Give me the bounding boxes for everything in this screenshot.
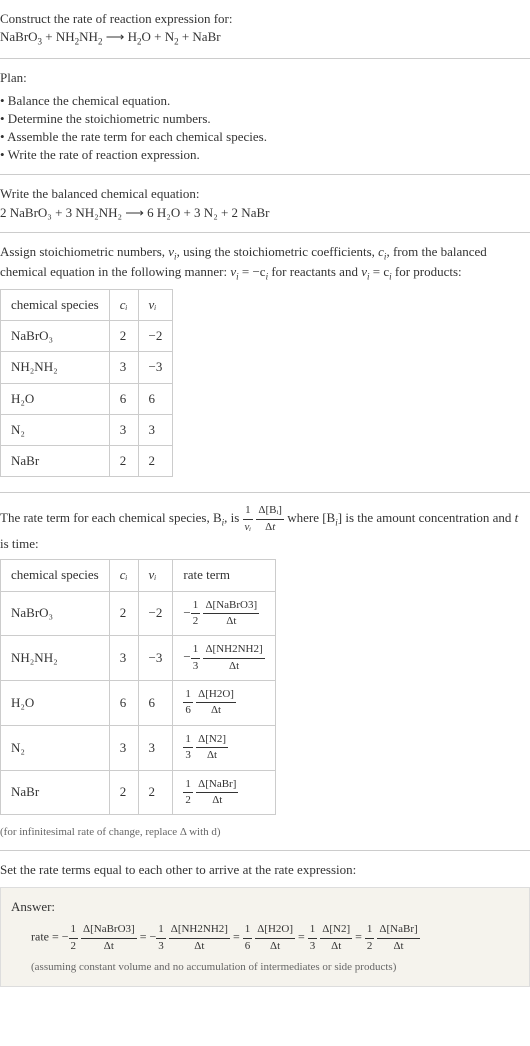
plan-item: • Assemble the rate term for each chemic… <box>0 128 530 146</box>
table-row: NaBr 2 2 12 Δ[NaBr]Δt <box>1 770 276 815</box>
plan-item: • Balance the chemical equation. <box>0 92 530 110</box>
stoich-table: chemical species cᵢ νᵢ NaBrO₃2−2 NH₂NH₂3… <box>0 289 173 477</box>
plan-title: Plan: <box>0 69 530 87</box>
table-row: NH₂NH₂3−3 <box>1 352 173 383</box>
table-row: NH₂NH₂ 3 −3 −13 Δ[NH2NH2]Δt <box>1 636 276 681</box>
balanced-section: Write the balanced chemical equation: 2 … <box>0 175 530 232</box>
intro-section: Construct the rate of reaction expressio… <box>0 0 530 59</box>
table-row: NaBrO₃ 2 −2 −12 Δ[NaBrO3]Δt <box>1 591 276 636</box>
plan-list: • Balance the chemical equation. • Deter… <box>0 92 530 165</box>
plan-item: • Write the rate of reaction expression. <box>0 146 530 164</box>
frac-coef: 1νᵢ <box>243 503 254 535</box>
col-species: chemical species <box>1 560 110 591</box>
table-row: N₂33 <box>1 414 173 445</box>
rateterm-footnote: (for infinitesimal rate of change, repla… <box>0 825 530 840</box>
col-nui: νᵢ <box>138 560 173 591</box>
answer-label: Answer: <box>11 898 519 916</box>
balanced-equation: 2 NaBrO₃ + 3 NH₂NH₂ ⟶ 6 H₂O + 3 N₂ + 2 N… <box>0 204 530 222</box>
intro-prompt: Construct the rate of reaction expressio… <box>0 10 530 28</box>
balanced-title: Write the balanced chemical equation: <box>0 185 530 203</box>
final-title: Set the rate terms equal to each other t… <box>0 861 530 879</box>
plan-section: Plan: • Balance the chemical equation. •… <box>0 59 530 175</box>
table-row: H₂O 6 6 16 Δ[H2O]Δt <box>1 681 276 726</box>
col-nui: νᵢ <box>138 290 173 321</box>
stoich-text: Assign stoichiometric numbers, νi, using… <box>0 243 530 283</box>
table-row: NaBrO₃2−2 <box>1 321 173 352</box>
answer-note: (assuming constant volume and no accumul… <box>11 960 519 975</box>
rateterm-text: The rate term for each chemical species,… <box>0 503 530 553</box>
col-ci: cᵢ <box>109 290 138 321</box>
table-row: N₂ 3 3 13 Δ[N2]Δt <box>1 725 276 770</box>
final-section: Set the rate terms equal to each other t… <box>0 851 530 997</box>
table-row: H₂O66 <box>1 383 173 414</box>
table-row: NaBr22 <box>1 446 173 477</box>
stoich-section: Assign stoichiometric numbers, νi, using… <box>0 233 530 494</box>
table-header-row: chemical species cᵢ νᵢ rate term <box>1 560 276 591</box>
col-species: chemical species <box>1 290 110 321</box>
answer-box: Answer: rate = −12 Δ[NaBrO3]Δt = −13 Δ[N… <box>0 887 530 986</box>
rateterm-table: chemical species cᵢ νᵢ rate term NaBrO₃ … <box>0 559 276 815</box>
col-ci: cᵢ <box>109 560 138 591</box>
plan-item: • Determine the stoichiometric numbers. <box>0 110 530 128</box>
rateterm-section: The rate term for each chemical species,… <box>0 493 530 851</box>
answer-equation: rate = −12 Δ[NaBrO3]Δt = −13 Δ[NH2NH2]Δt… <box>11 922 519 954</box>
frac-dbi: Δ[Bᵢ]Δt <box>256 503 284 535</box>
table-header-row: chemical species cᵢ νᵢ <box>1 290 173 321</box>
intro-equation: NaBrO3 + NH2NH2 ⟶ H2O + N2 + NaBr <box>0 28 530 48</box>
col-rate: rate term <box>173 560 275 591</box>
